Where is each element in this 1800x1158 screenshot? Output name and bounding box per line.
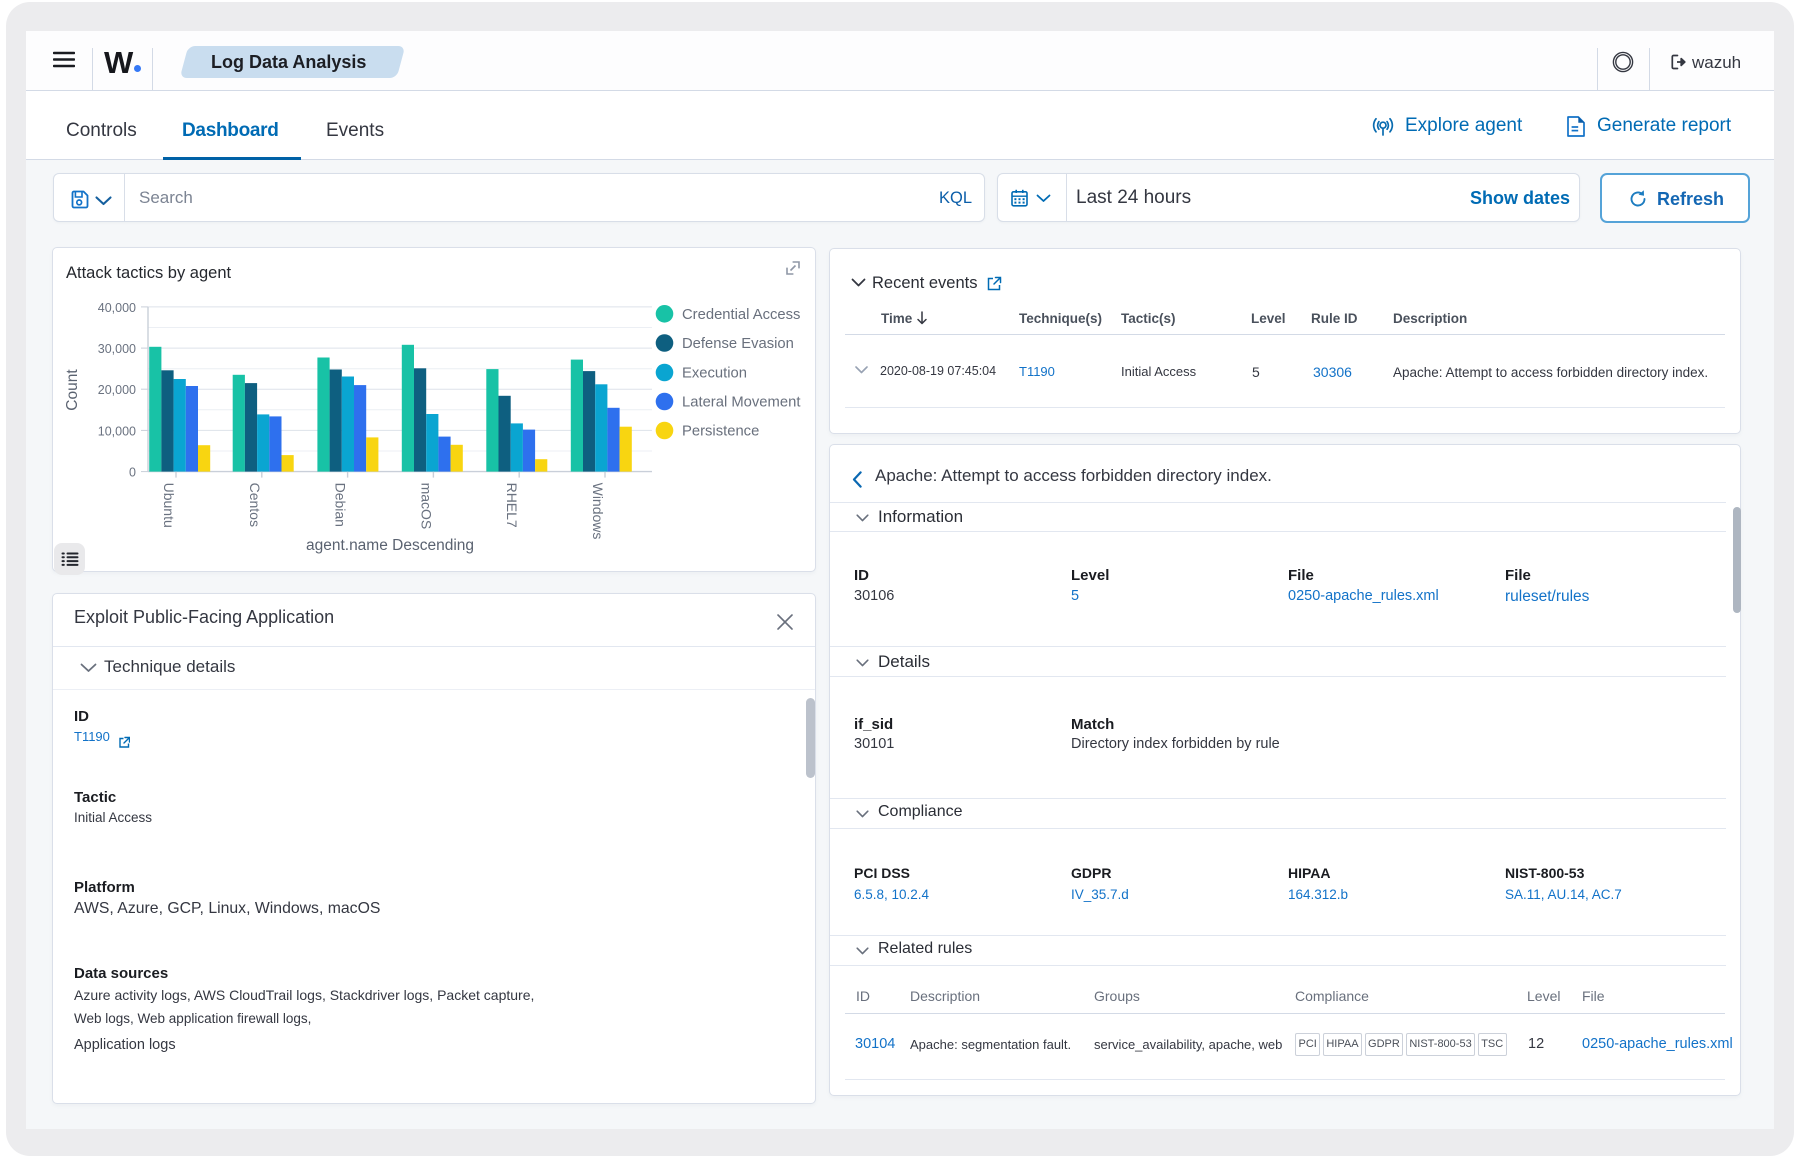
svg-text:40,000: 40,000 [98, 301, 136, 315]
svg-text:10,000: 10,000 [98, 424, 136, 438]
svg-text:RHEL7: RHEL7 [504, 483, 520, 528]
svg-text:30,000: 30,000 [98, 342, 136, 356]
svg-text:Lateral Movement: Lateral Movement [682, 395, 800, 411]
svg-text:Windows: Windows [590, 483, 606, 540]
svg-text:Defense Evasion: Defense Evasion [682, 336, 794, 352]
svg-text:Debian: Debian [333, 483, 349, 527]
svg-text:0: 0 [129, 466, 136, 480]
svg-text:20,000: 20,000 [98, 383, 136, 397]
svg-text:Ubuntu: Ubuntu [161, 483, 177, 528]
svg-text:Centos: Centos [247, 483, 263, 527]
svg-text:Credential Access: Credential Access [682, 307, 800, 323]
svg-text:Count: Count [64, 369, 81, 411]
svg-text:Persistence: Persistence [682, 424, 759, 440]
svg-text:macOS: macOS [418, 483, 434, 530]
svg-text:Execution: Execution [682, 366, 747, 382]
svg-text:agent.name Descending: agent.name Descending [306, 537, 474, 554]
